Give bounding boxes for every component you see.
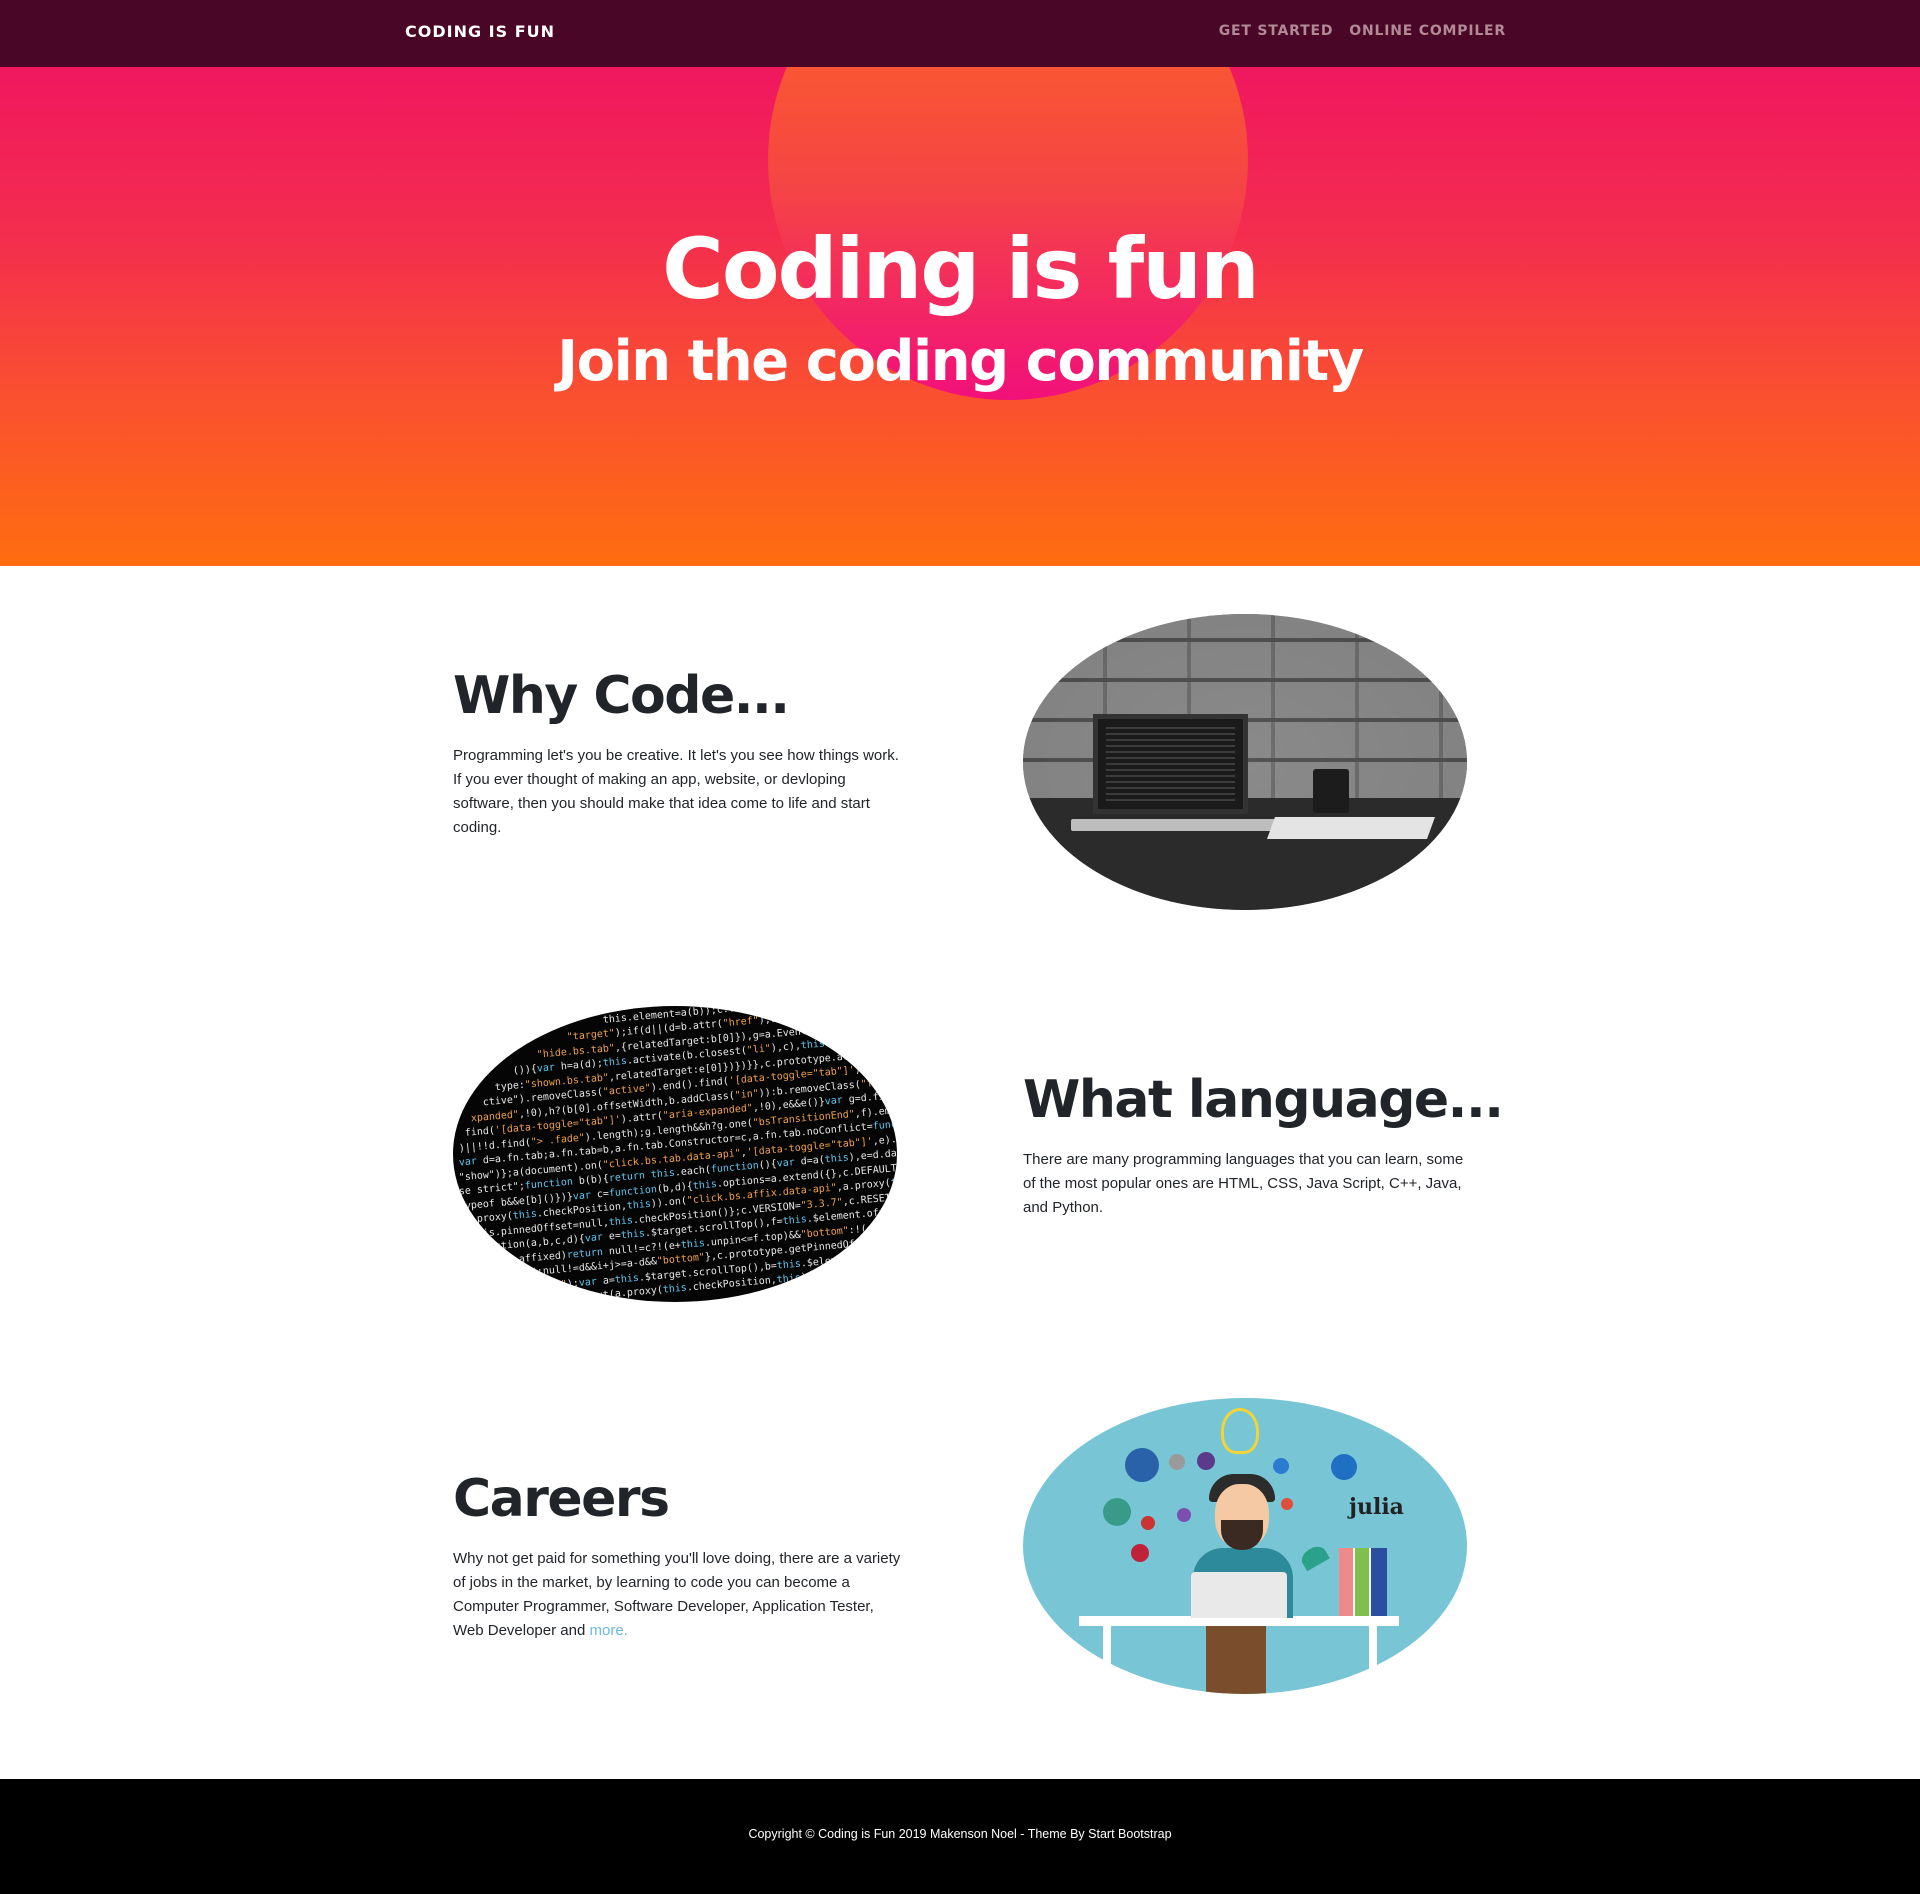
careers-text: Why not get paid for something you'll lo…	[453, 1550, 901, 1639]
footer: Copyright © Coding is Fun 2019 Makenson …	[0, 1779, 1920, 1894]
nav-link-online-compiler[interactable]: ONLINE COMPILER	[1349, 23, 1506, 39]
hero-subtitle: Join the coding community	[557, 329, 1364, 394]
hero-masthead: Coding is fun Join the coding community	[0, 67, 1920, 566]
laptop-on-desk-image	[1023, 614, 1467, 910]
section-heading: Why Code...	[453, 666, 790, 726]
brand-link[interactable]: CODING IS FUN	[405, 22, 555, 41]
section-text: Why not get paid for something you'll lo…	[453, 1547, 903, 1643]
hero-title: Coding is fun	[662, 220, 1260, 318]
section-heading: What language...	[1023, 1070, 1504, 1130]
footer-copyright: Copyright © Coding is Fun 2019 Makenson …	[748, 1827, 1172, 1841]
section-heading: Careers	[453, 1469, 670, 1529]
developer-illustration-image: julia	[1023, 1398, 1467, 1694]
nav-link-get-started[interactable]: GET STARTED	[1219, 23, 1334, 39]
navbar: CODING IS FUN GET STARTED ONLINE COMPILE…	[0, 0, 1920, 67]
section-text: There are many programming languages tha…	[1023, 1151, 1464, 1216]
more-link[interactable]: more.	[589, 1622, 627, 1639]
section-text: Programming let's you be creative. It le…	[453, 747, 899, 836]
code-screen-image: return this.each(function this.element=a…	[453, 1006, 897, 1302]
nav-links: GET STARTED ONLINE COMPILER	[1219, 23, 1506, 39]
